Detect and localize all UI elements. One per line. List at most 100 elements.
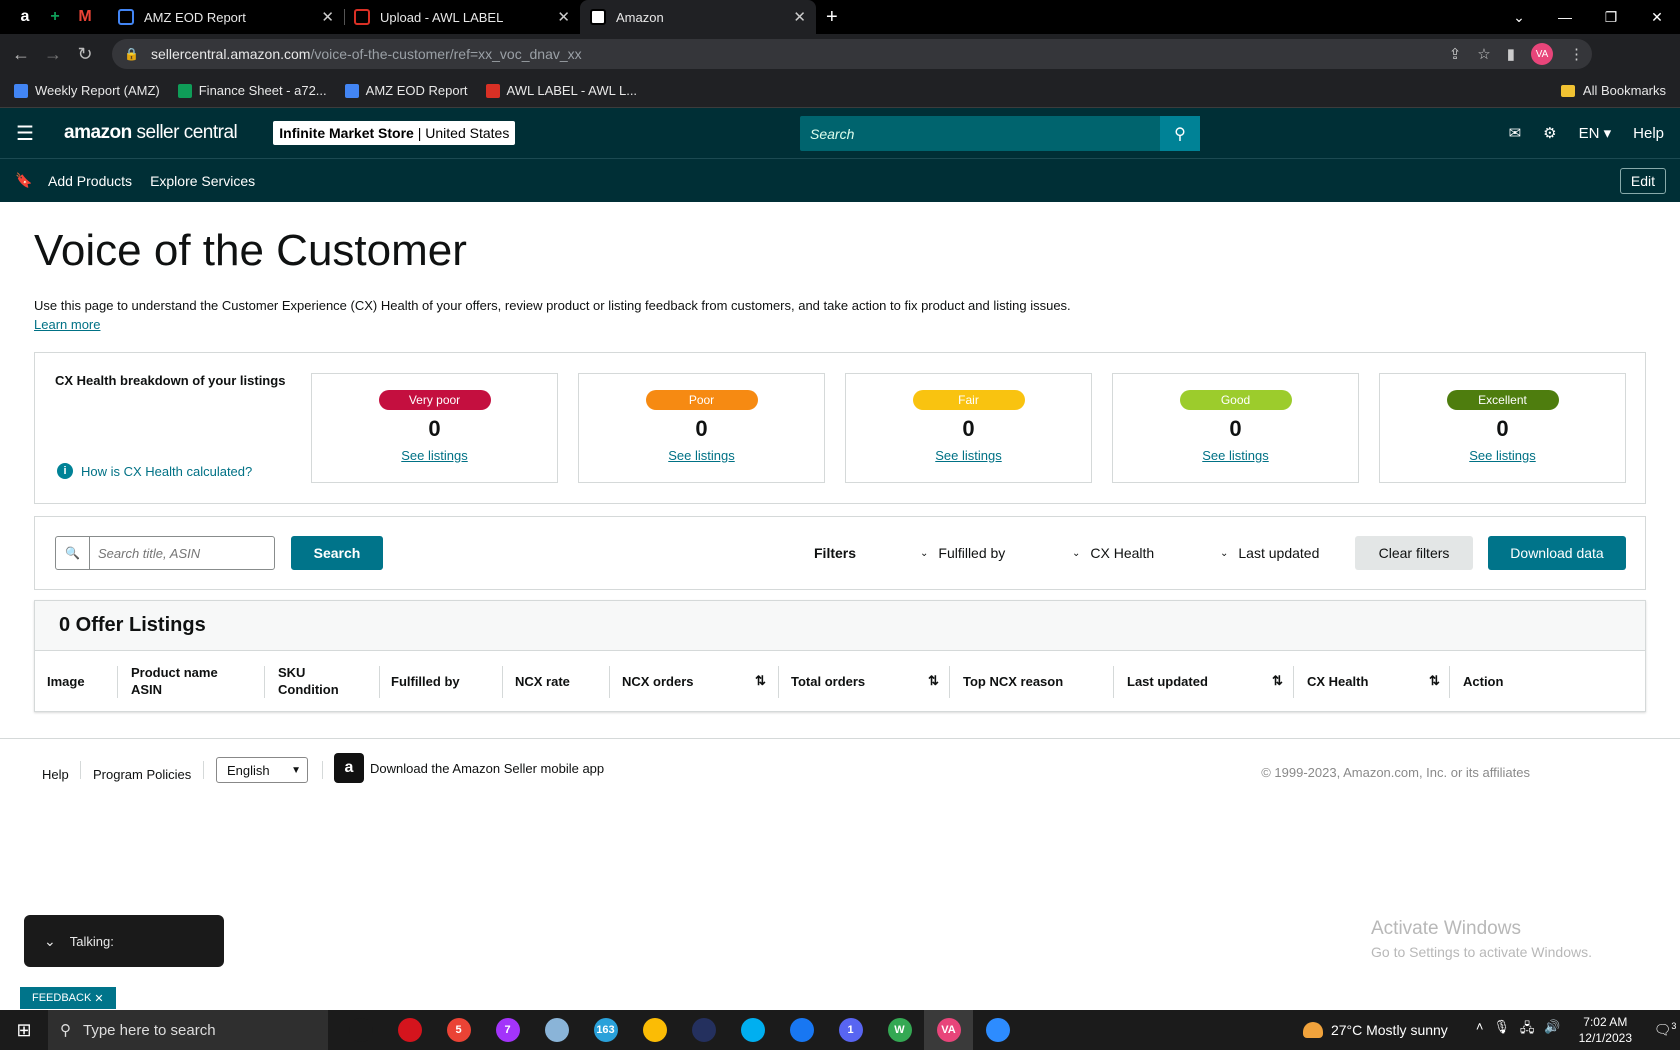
edit-button[interactable]: Edit [1619,167,1666,194]
skype-icon[interactable] [728,1010,777,1050]
chevron-up-icon[interactable]: ˄ [1476,1019,1484,1041]
chevron-down-icon[interactable]: ⌄ [44,933,56,950]
gmail-icon[interactable]: M [74,6,96,28]
close-icon[interactable]: ✕ [321,8,334,26]
see-listings-link[interactable]: See listings [1469,448,1535,463]
bookmark-item[interactable]: AMZ EOD Report [344,83,468,98]
clock[interactable]: 7:02 AM 12/1/2023 [1579,1014,1632,1046]
browser-tab[interactable]: Upload - AWL LABEL ✕ [344,0,581,34]
messenger-icon[interactable]: 7 [483,1010,532,1050]
nav-add-products[interactable]: Add Products [48,173,132,189]
side-panel-icon[interactable]: ▮ [1507,45,1515,63]
cx-health-calculation-link[interactable]: i How is CX Health calculated? [57,463,252,479]
task-view-icon[interactable] [336,1010,385,1050]
browser-tab[interactable]: AMZ EOD Report ✕ [108,0,345,34]
url-bar[interactable]: 🔒 sellercentral.amazon.com/voice-of-the-… [112,39,1592,69]
see-listings-link[interactable]: See listings [935,448,1001,463]
profile-avatar[interactable]: VA [1531,43,1553,65]
bookmark-item[interactable]: Finance Sheet - a72... [177,83,327,98]
volume-icon[interactable]: 🔊 [1544,1019,1560,1041]
forward-button[interactable]: → [42,44,64,65]
restore-button[interactable]: ❐ [1588,9,1634,26]
bookmark-star-icon[interactable]: ☆ [1477,45,1490,63]
bookmark-item[interactable]: Weekly Report (AMZ) [14,83,160,98]
reload-button[interactable]: ↻ [74,44,96,65]
app-icon[interactable] [532,1010,581,1050]
sheets-icon[interactable]: + [44,6,66,28]
help-link[interactable]: Help [1633,125,1664,142]
column-label-primary: NCX rate [515,673,570,689]
column-divider [949,666,950,698]
bookmark-icon[interactable]: 🔖 [0,172,48,189]
notification-icon[interactable]: 🗨3 [1650,1021,1680,1039]
gear-icon[interactable]: ⚙ [1543,124,1556,142]
last-updated-label: Last updated [1238,545,1320,561]
close-icon[interactable]: ✕ [793,8,806,26]
mobile-app-link[interactable]: a Download the Amazon Seller mobile app [334,753,604,783]
tab-search-icon[interactable]: ⌄ [1496,9,1542,26]
download-data-button[interactable]: Download data [1488,536,1626,570]
browser-menu-icon[interactable]: ⋮ [1569,45,1584,63]
clear-filters-button[interactable]: Clear filters [1355,536,1473,570]
chrome-icon[interactable] [630,1010,679,1050]
share-icon[interactable]: ⇪ [1449,45,1462,63]
chrome-icon-badge: VA [936,1018,961,1042]
back-button[interactable]: ← [10,44,32,65]
browser-tab[interactable]: Amazon ✕ [580,0,816,34]
header-search-input[interactable] [800,125,1160,142]
talking-widget[interactable]: ⌄ Talking: [24,915,224,967]
discord-icon[interactable]: 1 [826,1010,875,1050]
sort-icon[interactable]: ⇅ [755,651,766,711]
chrome-icon[interactable]: W [875,1010,924,1050]
see-listings-link[interactable]: See listings [668,448,734,463]
sort-icon[interactable]: ⇅ [928,651,939,711]
weather-widget[interactable]: 27°C Mostly sunny [1302,1022,1448,1038]
search-button[interactable]: Search [291,536,383,570]
lock-icon[interactable]: 🔒 [124,47,139,61]
column-divider [264,666,265,698]
mail-icon[interactable]: ✉ [1509,124,1522,142]
url-host: sellercentral.amazon.com [150,46,311,62]
facebook-icon[interactable] [777,1010,826,1050]
hamburger-menu-icon[interactable]: ☰ [0,121,50,146]
program-policies-link[interactable]: Program Policies [93,767,191,782]
close-icon[interactable]: ✕ [557,8,570,26]
opera-icon[interactable] [385,1010,434,1050]
close-window-button[interactable]: ✕ [1634,9,1680,26]
cx-count: 0 [1229,416,1242,441]
windows-start-icon[interactable]: ⊞ [0,1020,48,1041]
new-tab-button[interactable]: + [826,6,838,29]
nav-explore-services[interactable]: Explore Services [150,173,255,189]
footer-language-select[interactable]: English ▼ [216,757,308,783]
chrome-icon[interactable]: 5 [434,1010,483,1050]
microphone-icon[interactable]: 🎙 [1493,1019,1510,1041]
app-icon-badge [544,1018,569,1042]
fulfilled-by-dropdown[interactable]: ⌄ Fulfilled by [920,545,1005,561]
sort-icon[interactable]: ⇅ [1272,651,1283,711]
telegram-icon[interactable]: 163 [581,1010,630,1050]
chrome-icon[interactable]: VA [924,1010,973,1050]
store-selector[interactable]: Infinite Market Store | United States [273,121,516,145]
footer-help-link[interactable]: Help [42,767,69,782]
sort-icon[interactable]: ⇅ [1429,651,1440,711]
zoom-icon[interactable] [973,1010,1022,1050]
minimize-button[interactable]: — [1542,9,1588,25]
feedback-button[interactable]: FEEDBACK ✕ [20,987,116,1009]
network-icon[interactable]: 🖧 [1520,1019,1535,1041]
listing-search-input[interactable] [90,545,260,561]
amazon-icon[interactable]: a [14,6,36,28]
cx-health-dropdown[interactable]: ⌄ CX Health [1072,545,1154,561]
taskbar-search[interactable]: ⚲ Type here to search [48,1010,328,1050]
see-listings-link[interactable]: See listings [401,448,467,463]
browser-tab-bar: a + M AMZ EOD Report ✕ Upload - AWL LABEL ✕ Am… [0,0,1680,34]
see-listings-link[interactable]: See listings [1202,448,1268,463]
search-icon[interactable]: ⚲ [1160,116,1200,151]
all-bookmarks[interactable]: All Bookmarks [1560,83,1666,98]
amazon-logo[interactable]: amazon seller central [64,122,238,144]
bookmark-item[interactable]: AWL LABEL - AWL L... [485,83,637,98]
clock-app-icon[interactable] [679,1010,728,1050]
learn-more-link[interactable]: Learn more [34,317,1646,332]
language-selector[interactable]: EN ▾ [1579,124,1612,142]
last-updated-dropdown[interactable]: ⌄ Last updated [1220,545,1319,561]
close-icon[interactable]: ✕ [94,992,103,1005]
